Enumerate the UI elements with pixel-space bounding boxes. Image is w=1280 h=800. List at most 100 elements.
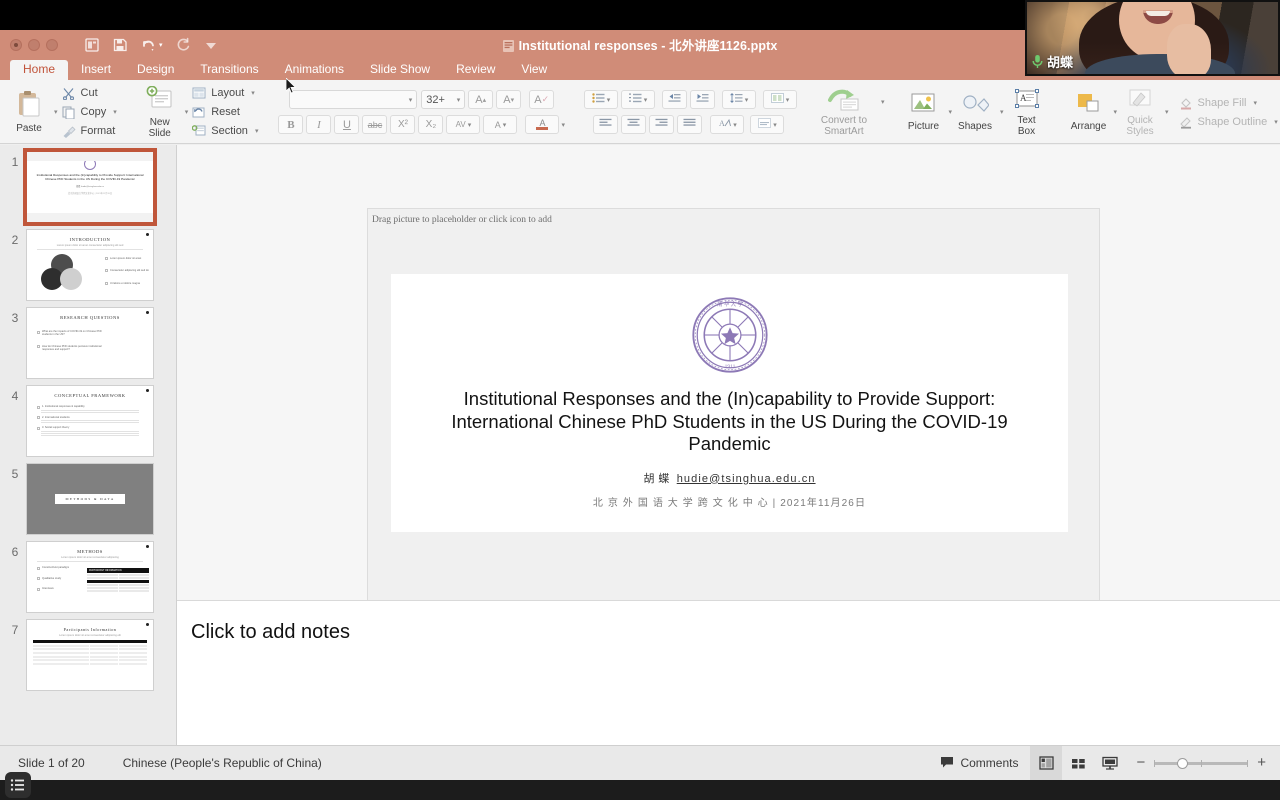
character-spacing-button[interactable]: AV ▾ [446,115,481,134]
superscript-button[interactable]: X² [390,115,416,134]
zoom-slider-handle[interactable] [1177,757,1189,769]
layout-button[interactable]: Layout ▾ [188,85,262,102]
font-family-caret-icon[interactable]: ▾ [409,96,413,104]
font-family-input[interactable]: ▾ [289,90,418,109]
convert-to-smartart-button[interactable]: Convert to SmartArt [809,83,879,141]
tab-home[interactable]: Home [10,60,69,80]
slide-thumbnail-3[interactable]: RESEARCH QUESTIONS What are the impacts … [26,307,154,379]
quick-styles-button[interactable]: Quick Styles [1117,83,1163,141]
list-item[interactable]: 6 METHODS Lorem ipsum dolor sit amet con… [0,535,176,613]
quick-access-toolbar[interactable]: ▾ [84,37,219,53]
slide-thumbnail-6[interactable]: METHODS Lorem ipsum dolor sit amet conse… [26,541,154,613]
slide-affiliation[interactable]: 北 京 外 国 语 大 学 跨 文 化 中 心 | 2021年11月26日 [391,494,1068,509]
tab-insert[interactable]: Insert [68,60,124,80]
slide-thumbnail-1[interactable]: Institutional Responses and the (In)capa… [23,148,157,226]
tab-view[interactable]: View [508,60,560,80]
tab-review[interactable]: Review [443,60,508,80]
slide-thumbnail-pane[interactable]: 1 Institutional Responses and the (In)ca… [0,145,177,745]
align-text-button[interactable]: ▾ [750,115,785,134]
copy-button[interactable]: Copy ▾ [58,104,121,121]
smartart-dropdown-caret-icon[interactable]: ▾ [881,98,885,106]
font-color-button[interactable]: A [525,115,560,134]
slide-thumbnail-5[interactable]: METHODS & DATA [26,463,154,535]
italic-button[interactable]: I [306,115,332,134]
notes-placeholder[interactable]: Click to add notes [177,601,1280,644]
arrange-button[interactable]: Arrange [1066,83,1112,141]
justify-button[interactable] [677,115,703,134]
notes-pane[interactable]: Click to add notes [177,600,1280,745]
font-size-caret-icon[interactable]: ▾ [457,96,461,104]
tab-animations[interactable]: Animations [272,60,357,80]
tab-slide-show[interactable]: Slide Show [357,60,443,80]
shape-outline-button[interactable]: Shape Outline ▾ [1175,113,1280,130]
section-button[interactable]: Section ▾ [188,123,262,140]
list-item[interactable]: 2 INTRODUCTION Lorem ipsum dolor sit ame… [0,223,176,301]
shape-outline-caret-icon[interactable]: ▾ [1274,118,1278,126]
list-item[interactable]: 7 Participants Information Lorem ipsum d… [0,613,176,691]
maximize-button[interactable] [46,39,58,51]
font-color-caret-icon[interactable]: ▾ [561,121,565,129]
line-spacing-button[interactable]: ▾ [721,90,756,109]
shapes-button[interactable]: Shapes [952,83,998,141]
shape-fill-caret-icon[interactable]: ▾ [1253,99,1257,107]
customize-toolbar-icon[interactable] [203,37,219,53]
list-item[interactable]: 5 METHODS & DATA [0,457,176,535]
new-presentation-icon[interactable] [84,37,100,53]
current-slide[interactable]: Drag picture to placeholder or click ico… [367,208,1100,622]
minimize-button[interactable] [28,39,40,51]
align-right-button[interactable] [649,115,675,134]
align-center-button[interactable] [621,115,647,134]
picture-placeholder-prompt[interactable]: Drag picture to placeholder or click ico… [368,209,1099,225]
zoom-out-button[interactable]: − [1136,755,1145,770]
section-dropdown-caret-icon[interactable]: ▾ [255,127,259,135]
bold-button[interactable]: B [278,115,304,134]
paste-button[interactable]: Paste [6,83,52,141]
shape-fill-button[interactable]: Shape Fill ▾ [1175,94,1280,111]
normal-view-button[interactable] [1030,745,1063,781]
slide-thumbnail-2[interactable]: INTRODUCTION Lorem ipsum dolor sit amet … [26,229,154,301]
text-direction-button[interactable]: A ▾ [710,115,745,134]
subscript-button[interactable]: X₂ [418,115,444,134]
columns-button[interactable]: ▾ [762,90,797,109]
slide-thumbnail-4[interactable]: CONCEPTUAL FRAMEWORK 1. Institutional re… [26,385,154,457]
quick-styles-dropdown-caret-icon[interactable]: ▾ [1165,108,1169,116]
numbering-button[interactable]: ▾ [620,90,655,109]
tab-design[interactable]: Design [124,60,187,80]
outline-list-icon[interactable] [5,772,31,798]
slideshow-button[interactable] [1094,746,1126,781]
bullets-button[interactable]: ▾ [583,90,618,109]
undo-icon[interactable] [140,37,156,53]
slide-title[interactable]: Institutional Responses and the (In)capa… [391,388,1068,456]
new-slide-button[interactable]: New Slide [137,83,183,141]
list-item[interactable]: 3 RESEARCH QUESTIONS What are the impact… [0,301,176,379]
align-left-button[interactable] [593,115,619,134]
layout-dropdown-caret-icon[interactable]: ▾ [251,89,255,97]
comments-button[interactable]: Comments [928,756,1030,771]
cut-button[interactable]: Cut [58,85,121,102]
picture-button[interactable]: Picture [900,83,946,141]
strikethrough-button[interactable]: abc [362,115,388,134]
clear-formatting-button[interactable]: A ✓ [529,90,555,109]
copy-dropdown-caret-icon[interactable]: ▾ [113,108,117,116]
text-effects-button[interactable]: A ▾ [483,115,518,134]
list-item[interactable]: 1 Institutional Responses and the (In)ca… [0,145,176,226]
window-controls[interactable] [10,39,58,51]
font-size-input[interactable]: 32+ ▾ [421,90,466,109]
reset-button[interactable]: Reset [188,104,262,121]
text-box-button[interactable]: A Text Box [1004,83,1050,141]
slide-thumbnail-7[interactable]: Participants Information Lorem ipsum dol… [26,619,154,691]
webcam-overlay[interactable]: 胡蝶 [1025,0,1280,76]
underline-button[interactable]: U [334,115,360,134]
zoom-slider[interactable] [1154,757,1249,769]
close-button[interactable] [10,39,22,51]
slide-author-line[interactable]: 胡 蝶 hudie@tsinghua.edu.cn [391,470,1068,486]
language-indicator[interactable]: Chinese (People's Republic of China) [123,756,322,770]
zoom-in-button[interactable]: + [1257,755,1266,770]
decrease-indent-button[interactable] [661,90,687,109]
list-item[interactable]: 4 CONCEPTUAL FRAMEWORK 1. Institutional … [0,379,176,457]
save-icon[interactable] [112,37,128,53]
redo-icon[interactable] [175,37,191,53]
increase-font-size-button[interactable]: A ▴ [468,90,494,109]
format-painter-button[interactable]: Format [58,123,121,140]
decrease-font-size-button[interactable]: A ▾ [496,90,522,109]
